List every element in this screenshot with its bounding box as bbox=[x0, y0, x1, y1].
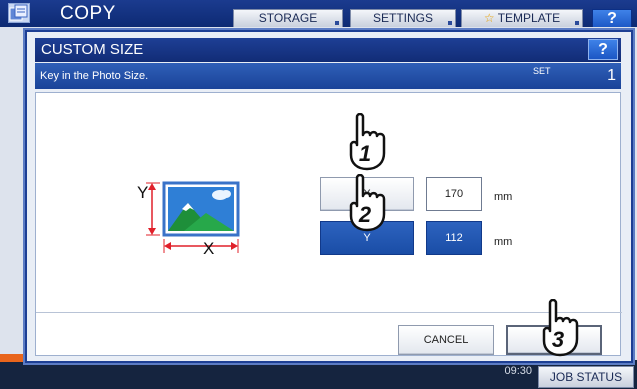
tab-template[interactable]: ☆ TEMPLATE bbox=[461, 9, 583, 27]
hand-pointer-icon: 3 bbox=[542, 299, 579, 357]
photo-size-icon bbox=[146, 181, 240, 253]
dialog-title-bar: CUSTOM SIZE ? bbox=[35, 38, 621, 62]
copy-title: COPY bbox=[60, 3, 116, 24]
dialog-help-button[interactable]: ? bbox=[588, 39, 618, 60]
time-text: 09:30 bbox=[504, 365, 532, 377]
set-value: 1 bbox=[607, 67, 616, 84]
clock: 09:30 bbox=[470, 366, 532, 386]
x-axis-label: X bbox=[203, 239, 215, 258]
cancel-button[interactable]: CANCEL bbox=[398, 325, 494, 355]
step-3-number: 3 bbox=[552, 327, 564, 352]
tab-storage[interactable]: STORAGE bbox=[233, 9, 343, 27]
y-unit: mm bbox=[494, 236, 513, 248]
hand-pointer-icon: 2 bbox=[349, 174, 386, 232]
tab-settings-label: SETTINGS bbox=[372, 11, 433, 25]
x-unit: mm bbox=[494, 191, 513, 203]
help-button[interactable]: ? bbox=[592, 9, 632, 29]
dialog-message: Key in the Photo Size. bbox=[40, 70, 149, 82]
tab-template-label: TEMPLATE bbox=[497, 11, 561, 25]
dialog-title: CUSTOM SIZE bbox=[41, 41, 144, 58]
set-label: SET bbox=[533, 66, 551, 76]
step-1-number: 1 bbox=[359, 141, 371, 166]
divider bbox=[36, 312, 622, 313]
copy-app-icon bbox=[8, 3, 30, 23]
dialog-info-bar: Key in the Photo Size. SET 1 bbox=[35, 63, 621, 89]
tab-storage-label: STORAGE bbox=[258, 11, 318, 25]
hand-pointer-icon: 1 bbox=[349, 113, 386, 171]
dialog-content: Y X X 170 mm Y 112 mm CANCEL OK bbox=[35, 92, 622, 356]
x-value-field[interactable]: 170 bbox=[426, 177, 482, 211]
y-axis-label: Y bbox=[137, 183, 149, 202]
star-icon: ☆ bbox=[483, 11, 495, 25]
y-value-field[interactable]: 112 bbox=[426, 221, 482, 255]
job-status-button[interactable]: JOB STATUS bbox=[538, 366, 634, 388]
step-2-number: 2 bbox=[358, 202, 372, 227]
tab-settings[interactable]: SETTINGS bbox=[350, 9, 456, 27]
